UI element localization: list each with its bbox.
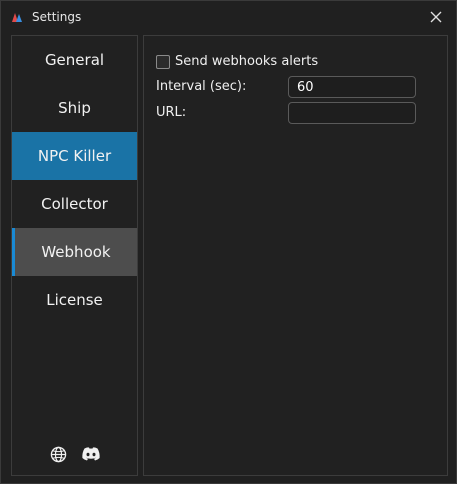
close-icon [430, 11, 442, 23]
sidebar-item-ship[interactable]: Ship [12, 84, 137, 132]
close-button[interactable] [426, 7, 446, 27]
sidebar-item-general[interactable]: General [12, 36, 137, 84]
sidebar-item-webhook[interactable]: Webhook [12, 228, 137, 276]
discord-icon [81, 447, 100, 461]
send-alerts-row: Send webhooks alerts [156, 54, 318, 69]
interval-input[interactable] [288, 76, 416, 98]
window-title: Settings [32, 10, 82, 24]
sidebar-footer [12, 443, 137, 465]
send-alerts-checkbox[interactable] [156, 54, 170, 69]
title-bar: Settings [1, 1, 456, 33]
app-logo-icon [12, 13, 22, 22]
language-button[interactable] [49, 444, 69, 464]
discord-button[interactable] [81, 444, 101, 464]
url-row: URL: [156, 105, 186, 120]
url-input[interactable] [288, 102, 416, 124]
settings-sidebar: General Ship NPC Killer Collector Webhoo… [11, 35, 138, 476]
interval-row: Interval (sec): [156, 79, 246, 94]
webhook-settings-panel: Send webhooks alerts Interval (sec): URL… [143, 35, 448, 476]
globe-icon [50, 446, 67, 462]
sidebar-item-npc-killer[interactable]: NPC Killer [12, 132, 137, 180]
interval-label: Interval (sec): [156, 79, 247, 94]
url-label: URL: [156, 105, 187, 120]
sidebar-item-license[interactable]: License [12, 276, 137, 324]
send-alerts-label: Send webhooks alerts [175, 54, 319, 69]
sidebar-item-collector[interactable]: Collector [12, 180, 137, 228]
settings-window: Settings General Ship NPC Killer Collect… [0, 0, 457, 484]
